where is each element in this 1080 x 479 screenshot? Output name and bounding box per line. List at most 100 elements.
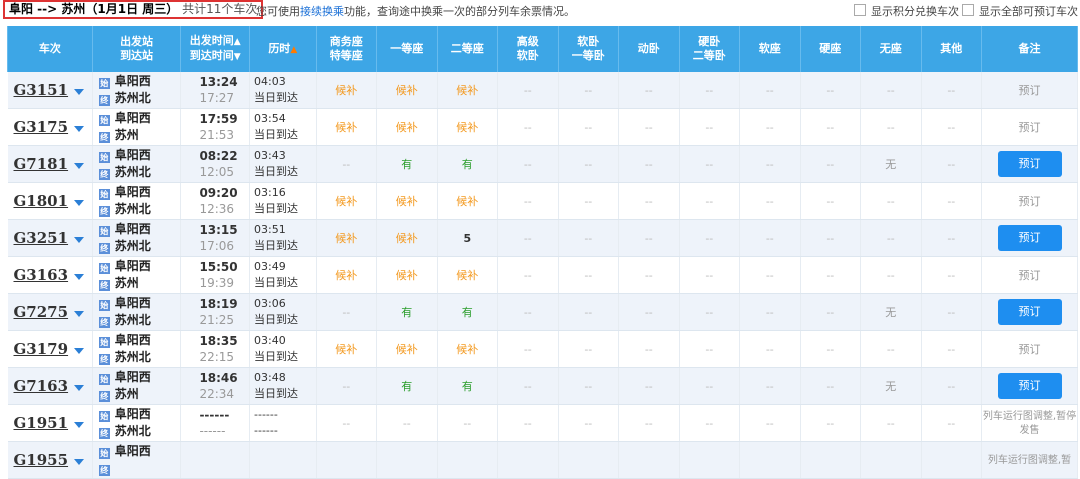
chevron-down-icon[interactable] [74,422,85,428]
train-number-link[interactable]: G3175 [14,118,69,136]
chevron-down-icon[interactable] [74,459,85,465]
chevron-down-icon[interactable] [74,163,85,169]
chevron-down-icon[interactable] [74,348,85,354]
seat-availability[interactable]: 候补 [335,84,357,97]
seat-availability[interactable]: 候补 [456,84,478,97]
seat-availability: -- [644,120,653,134]
seat-availability[interactable]: 5 [463,232,471,245]
all-bookable-checkbox[interactable] [962,4,974,16]
train-number-link[interactable]: G1951 [14,414,69,432]
seat-availability[interactable]: 候补 [456,343,478,356]
points-checkbox[interactable] [854,4,866,16]
chevron-down-icon[interactable] [74,385,85,391]
to-station[interactable]: 苏州 [115,387,139,401]
train-number-link[interactable]: G1801 [14,192,69,210]
seat-availability[interactable]: 候补 [396,84,418,97]
to-station[interactable]: 苏州 [115,276,139,290]
seat-availability[interactable]: 候补 [335,269,357,282]
chevron-down-icon[interactable] [74,274,85,280]
duration: ------ [254,408,278,421]
to-station[interactable]: 苏州北 [115,91,151,105]
book-button[interactable]: 预订 [997,299,1062,325]
seat-availability[interactable]: 有 [462,306,473,319]
seat-availability[interactable]: 候补 [335,232,357,245]
seat-availability[interactable]: 候补 [456,269,478,282]
chevron-down-icon[interactable] [74,126,85,132]
book-button[interactable]: 预订 [997,225,1062,251]
seat-availability[interactable]: 候补 [396,343,418,356]
train-number-link[interactable]: G7163 [14,377,69,395]
to-station[interactable]: 苏州北 [115,239,151,253]
seat-availability[interactable]: 有 [401,380,412,393]
station-icon: 始 [98,448,110,459]
seat-availability[interactable]: 候补 [335,343,357,356]
seat-cell-wz: -- [860,72,922,109]
from-station[interactable]: 阜阳西 [115,74,151,88]
seat-availability[interactable]: 有 [462,158,473,171]
sort-down-icon[interactable]: ▼ [234,52,241,62]
table-row: G7275 始阜阳西终苏州北 18:19 21:25 03:06 当日到达 -- 有 有 -- --… [7,293,1078,331]
from-station[interactable]: 阜阳西 [115,370,151,384]
to-station[interactable]: 苏州北 [115,313,151,327]
train-number-link[interactable]: G7181 [14,155,69,173]
chevron-down-icon[interactable] [74,200,85,206]
seat-availability: -- [886,342,895,356]
train-number-link[interactable]: G3179 [14,340,69,358]
from-station[interactable]: 阜阳西 [115,148,151,162]
seat-availability[interactable]: 候补 [456,121,478,134]
table-row: G3175 始阜阳西终苏州 17:59 21:53 03:54 当日到达 候补 候补 候补 -- -… [7,108,1078,146]
to-station[interactable]: 苏州北 [115,202,151,216]
col-duration[interactable]: 历时▲ [249,26,317,72]
seat-cell-sw: 候补 [316,182,378,220]
chevron-down-icon[interactable] [74,89,85,95]
seat-availability[interactable]: 有 [401,158,412,171]
seat-cell-yd: 有 [376,367,438,405]
from-station[interactable]: 阜阳西 [115,296,151,310]
seat-availability[interactable]: 有 [401,306,412,319]
seat-availability[interactable]: 候补 [335,121,357,134]
train-number-link[interactable]: G3151 [14,81,69,99]
seat-cell-wz [860,441,922,479]
from-station[interactable]: 阜阳西 [115,111,151,125]
seat-availability[interactable]: 候补 [456,195,478,208]
transfer-link[interactable]: 接续换乘 [300,5,344,18]
to-station[interactable]: 苏州北 [115,165,151,179]
seat-availability: -- [584,157,593,171]
from-station[interactable]: 阜阳西 [115,444,151,458]
duration: 03:49 [254,260,286,273]
book-button[interactable]: 预订 [997,151,1062,177]
seat-availability[interactable]: 有 [462,380,473,393]
train-number-link[interactable]: G3251 [14,229,69,247]
seat-cell-sw: 候补 [316,219,378,257]
from-station[interactable]: 阜阳西 [115,222,151,236]
train-number-link[interactable]: G7275 [14,303,69,321]
book-button[interactable]: 预订 [997,373,1062,399]
sort-up-icon[interactable]: ▲ [234,37,241,47]
seat-cell-ed: 5 [437,219,499,257]
from-station[interactable]: 阜阳西 [115,407,151,421]
train-number-link[interactable]: G1955 [14,451,69,469]
from-station[interactable]: 阜阳西 [115,185,151,199]
col-times[interactable]: 出发时间▲ 到达时间▼ [180,26,250,72]
seat-availability[interactable]: 候补 [335,195,357,208]
stations-cell: 始阜阳西终苏州北 [92,404,182,442]
to-station[interactable]: 苏州 [115,128,139,142]
seat-availability[interactable]: 候补 [396,232,418,245]
sort-icon[interactable]: ▲ [290,45,297,55]
all-bookable-option[interactable]: 显示全部可预订车次 [962,3,1078,19]
chevron-down-icon[interactable] [74,237,85,243]
to-station[interactable]: 苏州北 [115,424,151,438]
from-station[interactable]: 阜阳西 [115,259,151,273]
seat-availability: -- [523,379,532,393]
points-trains-option[interactable]: 显示积分兑换车次 [854,3,959,19]
seat-availability: 无 [885,306,897,319]
seat-availability[interactable]: 候补 [396,269,418,282]
train-number-link[interactable]: G3163 [14,266,69,284]
to-station[interactable]: 苏州北 [115,350,151,364]
from-station[interactable]: 阜阳西 [115,333,151,347]
seat-availability[interactable]: 候补 [396,195,418,208]
station-icon: 终 [98,428,110,439]
seat-availability[interactable]: 候补 [396,121,418,134]
chevron-down-icon[interactable] [74,311,85,317]
col-hs2: 软卧 [516,49,539,62]
